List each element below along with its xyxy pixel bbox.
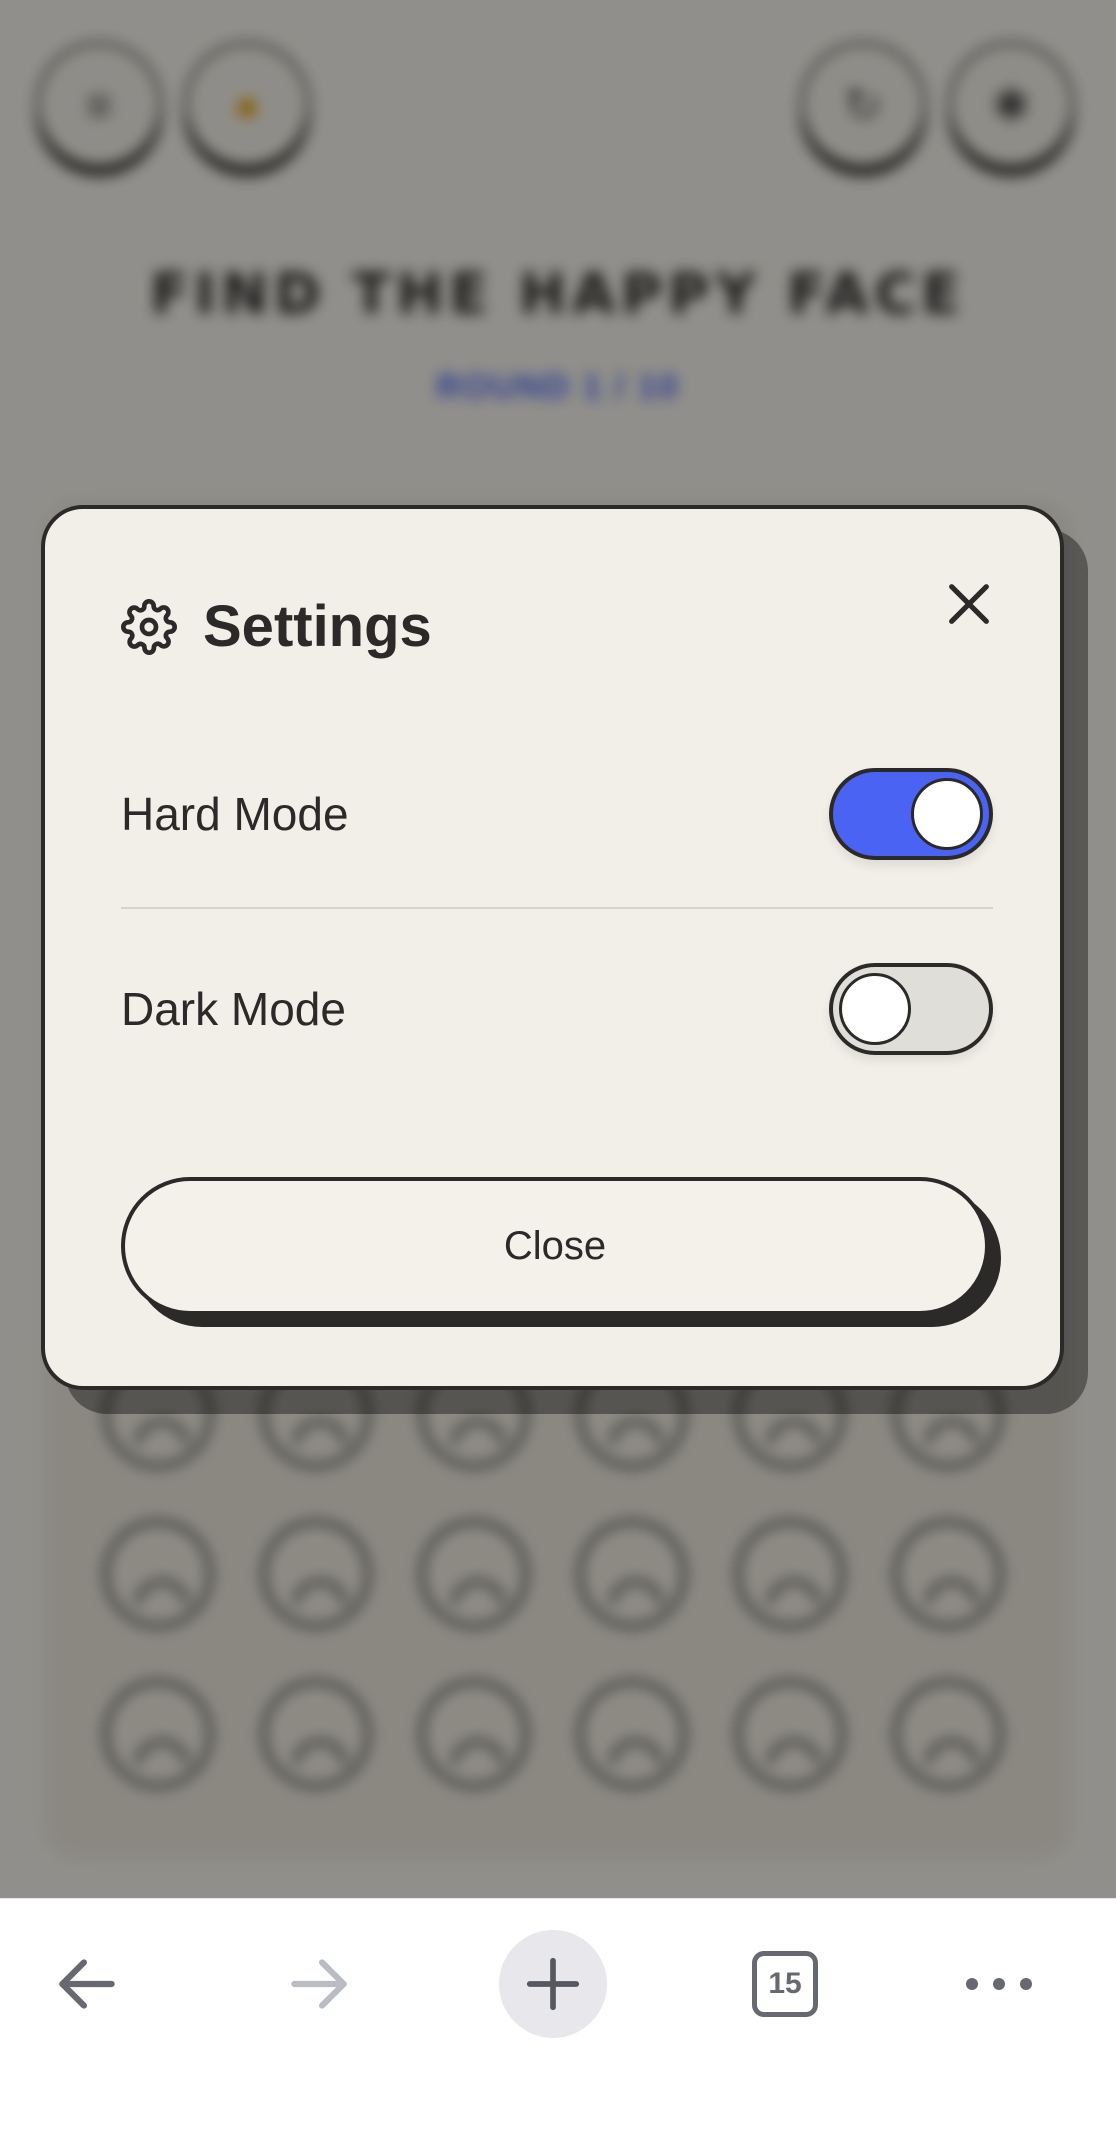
tabs-icon: 15: [752, 1951, 818, 2017]
browser-toolbar: 15: [0, 1898, 1116, 2132]
arrow-left-icon: [59, 1959, 115, 2009]
back-button[interactable]: [32, 1929, 142, 2039]
close-button[interactable]: Close: [121, 1177, 989, 1315]
settings-modal: Settings Hard Mode Dark Mode Close: [41, 505, 1064, 1390]
new-tab-button[interactable]: [499, 1930, 607, 2038]
hard-mode-label: Hard Mode: [121, 788, 349, 840]
tabs-button[interactable]: 15: [730, 1929, 840, 2039]
tab-count: 15: [768, 1967, 802, 2000]
close-icon: [949, 584, 989, 624]
hard-mode-toggle[interactable]: [829, 768, 993, 860]
more-icon: [966, 1978, 1032, 1990]
arrow-right-icon: [291, 1959, 347, 2009]
dark-mode-toggle[interactable]: [829, 963, 993, 1055]
dark-mode-row: Dark Mode: [121, 954, 993, 1064]
dark-mode-label: Dark Mode: [121, 983, 346, 1035]
forward-button[interactable]: [264, 1929, 374, 2039]
plus-icon: [526, 1957, 580, 2011]
gear-icon: [121, 598, 177, 655]
close-icon-button[interactable]: [934, 569, 1004, 639]
toggle-knob: [839, 973, 911, 1045]
hard-mode-row: Hard Mode: [121, 759, 993, 869]
more-button[interactable]: [944, 1929, 1054, 2039]
toggle-knob: [911, 778, 983, 850]
divider: [121, 907, 993, 909]
modal-title: Settings: [203, 594, 432, 659]
modal-header: Settings: [121, 593, 432, 660]
